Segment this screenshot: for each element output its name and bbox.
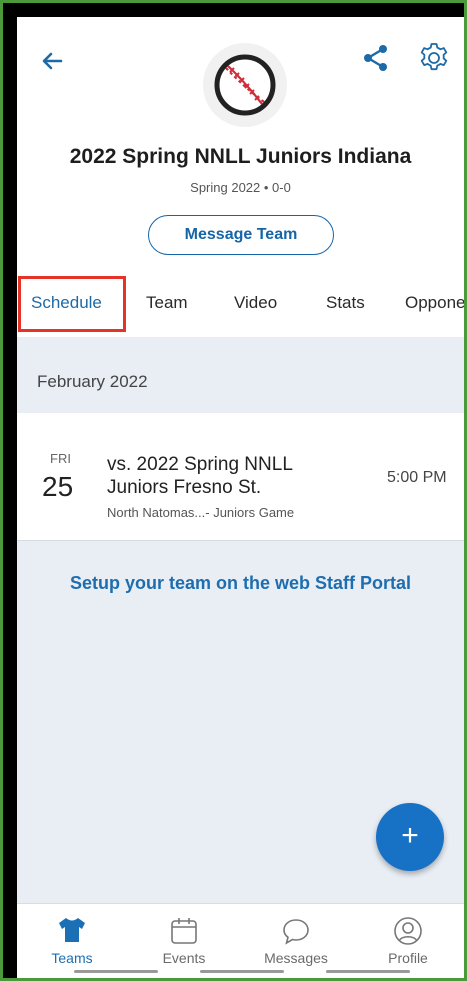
gesture-bar-right [326,970,410,973]
nav-profile-label: Profile [388,950,428,966]
calendar-icon [171,918,197,944]
schedule-content: February 2022 FRI 25 vs. 2022 Spring NNL… [17,337,464,903]
add-event-fab[interactable]: + [376,803,444,871]
team-logo [203,43,287,127]
tab-opponents[interactable]: Opponents [405,293,464,313]
baseball-icon [214,54,276,116]
team-name: 2022 Spring NNLL Juniors Indiana [69,145,412,168]
event-row[interactable]: FRI 25 vs. 2022 Spring NNLL Juniors Fres… [17,413,464,541]
back-arrow-icon [42,52,63,70]
season-record: Spring 2022 • 0-0 [190,180,291,195]
share-button[interactable] [361,43,391,73]
back-button[interactable] [37,45,69,77]
tab-bar: Schedule Team Video Stats Opponents [17,273,464,337]
event-time: 5:00 PM [387,469,447,486]
event-day: 25 [42,471,74,502]
message-team-button[interactable]: Message Team [148,215,334,255]
nav-messages[interactable]: Messages [251,904,341,968]
nav-teams-label: Teams [51,950,93,966]
jersey-icon [59,918,85,942]
nav-events-label: Events [162,950,206,966]
event-day-of-week: FRI [50,451,71,466]
nav-messages-label: Messages [264,950,328,966]
device-frame: 2022 Spring NNLL Juniors Indiana Spring … [0,0,467,981]
event-title: vs. 2022 Spring NNLL Juniors Fresno St. [107,454,293,498]
gesture-bar-center [200,970,284,973]
nav-events[interactable]: Events [139,904,229,968]
staff-portal-link[interactable]: Setup your team on the web Staff Portal [17,573,464,594]
gesture-bar-left [74,970,158,973]
tab-video[interactable]: Video [234,293,277,313]
profile-icon [394,917,422,945]
tab-stats[interactable]: Stats [326,293,365,313]
plus-icon: + [401,819,419,852]
share-icon [364,45,387,71]
tab-team[interactable]: Team [146,293,188,313]
chat-bubble-icon [283,919,309,945]
settings-button[interactable] [417,41,451,75]
month-header: February 2022 [37,372,148,391]
tab-schedule[interactable]: Schedule [31,293,102,313]
nav-profile[interactable]: Profile [363,904,453,968]
gear-icon [420,43,448,71]
event-location: North Natomas...- Juniors Game [107,505,295,520]
bottom-navigation: Teams Events Messages Profile [17,903,464,978]
app-screen: 2022 Spring NNLL Juniors Indiana Spring … [17,17,464,978]
team-header: 2022 Spring NNLL Juniors Indiana Spring … [17,17,464,347]
nav-teams[interactable]: Teams [27,904,117,968]
